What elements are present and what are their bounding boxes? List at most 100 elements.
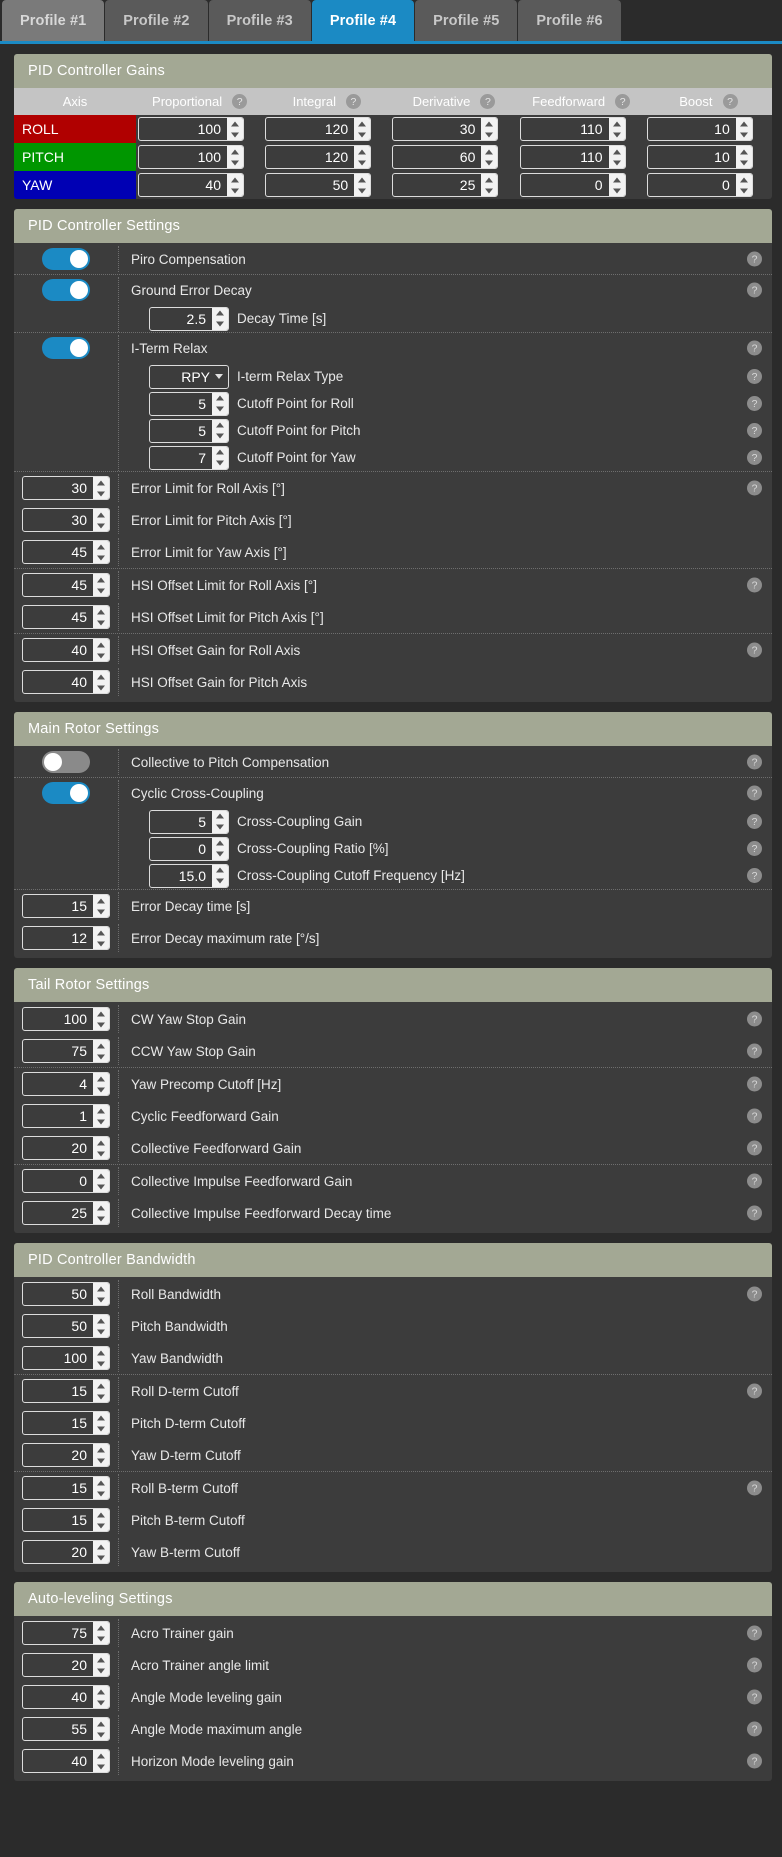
input-error-limit-roll[interactable]: 30: [22, 476, 110, 500]
spinner[interactable]: [93, 574, 109, 596]
input-roll-bterm-cutoff[interactable]: 15: [22, 1476, 110, 1500]
spinner[interactable]: [93, 1380, 109, 1402]
tab-profile-1[interactable]: Profile #1: [2, 0, 104, 41]
spinner[interactable]: [736, 118, 752, 140]
input-roll-boost[interactable]: 10: [647, 117, 753, 141]
input-error-decay-maximum-rate[interactable]: 12: [22, 926, 110, 950]
help-icon[interactable]: ?: [747, 283, 762, 298]
spinner[interactable]: [93, 1315, 109, 1337]
spinner-up-icon[interactable]: [93, 1170, 109, 1181]
spinner-down-icon[interactable]: [93, 1294, 109, 1305]
tab-profile-5[interactable]: Profile #5: [415, 0, 517, 41]
input-pitch-feedforward[interactable]: 110: [520, 145, 626, 169]
help-icon[interactable]: ?: [723, 94, 738, 109]
spinner-up-icon[interactable]: [93, 509, 109, 520]
spinner-up-icon[interactable]: [736, 146, 752, 157]
input-yaw-feedforward[interactable]: 0: [520, 173, 626, 197]
input-horizon-mode-leveling-gain[interactable]: 40: [22, 1749, 110, 1773]
spinner-up-icon[interactable]: [93, 1315, 109, 1326]
spinner-up-icon[interactable]: [481, 118, 497, 129]
input-yaw-bterm-cutoff[interactable]: 20: [22, 1540, 110, 1564]
input-acro-trainer-angle-limit[interactable]: 20: [22, 1653, 110, 1677]
help-icon[interactable]: ?: [747, 1012, 762, 1027]
spinner-down-icon[interactable]: [93, 906, 109, 917]
spinner-down-icon[interactable]: [354, 157, 370, 168]
spinner-up-icon[interactable]: [93, 477, 109, 488]
spinner[interactable]: [609, 146, 625, 168]
spinner-down-icon[interactable]: [212, 458, 228, 469]
help-icon[interactable]: ?: [747, 1658, 762, 1673]
spinner-down-icon[interactable]: [93, 1019, 109, 1030]
spinner-up-icon[interactable]: [212, 838, 228, 849]
spinner-up-icon[interactable]: [93, 1622, 109, 1633]
spinner-up-icon[interactable]: [93, 1008, 109, 1019]
help-icon[interactable]: ?: [747, 578, 762, 593]
input-cutoff-point-pitch[interactable]: 5: [149, 419, 229, 443]
spinner[interactable]: [212, 447, 228, 469]
input-collective-feedforward-gain[interactable]: 20: [22, 1136, 110, 1160]
spinner-up-icon[interactable]: [609, 146, 625, 157]
spinner-up-icon[interactable]: [93, 1750, 109, 1761]
help-icon[interactable]: ?: [747, 1754, 762, 1769]
spinner-down-icon[interactable]: [93, 650, 109, 661]
input-pitch-derivative[interactable]: 60: [392, 145, 498, 169]
spinner-down-icon[interactable]: [93, 1729, 109, 1740]
input-cw-yaw-stop-gain[interactable]: 100: [22, 1007, 110, 1031]
spinner-down-icon[interactable]: [481, 157, 497, 168]
help-icon[interactable]: ?: [747, 755, 762, 770]
spinner-down-icon[interactable]: [93, 1358, 109, 1369]
spinner-down-icon[interactable]: [609, 157, 625, 168]
spinner[interactable]: [227, 174, 243, 196]
spinner-down-icon[interactable]: [93, 1552, 109, 1563]
spinner-up-icon[interactable]: [227, 118, 243, 129]
help-icon[interactable]: ?: [747, 1626, 762, 1641]
help-icon[interactable]: ?: [747, 423, 762, 438]
spinner-down-icon[interactable]: [93, 1633, 109, 1644]
spinner[interactable]: [93, 1654, 109, 1676]
spinner-down-icon[interactable]: [93, 1213, 109, 1224]
input-yaw-proportional[interactable]: 40: [138, 173, 244, 197]
toggle-cyclic-cross-coupling[interactable]: [42, 782, 90, 804]
spinner-down-icon[interactable]: [93, 682, 109, 693]
spinner-down-icon[interactable]: [227, 185, 243, 196]
help-icon[interactable]: ?: [747, 396, 762, 411]
input-collective-impulse-feedforward-decay-time[interactable]: 25: [22, 1201, 110, 1225]
input-roll-bandwidth[interactable]: 50: [22, 1282, 110, 1306]
spinner-up-icon[interactable]: [93, 895, 109, 906]
help-icon[interactable]: ?: [747, 868, 762, 883]
spinner-down-icon[interactable]: [93, 1488, 109, 1499]
input-pitch-bandwidth[interactable]: 50: [22, 1314, 110, 1338]
input-cross-coupling-gain[interactable]: 5: [149, 810, 229, 834]
help-icon[interactable]: ?: [747, 1690, 762, 1705]
spinner[interactable]: [93, 1686, 109, 1708]
spinner[interactable]: [736, 146, 752, 168]
spinner-up-icon[interactable]: [609, 174, 625, 185]
tab-profile-2[interactable]: Profile #2: [105, 0, 207, 41]
spinner[interactable]: [212, 393, 228, 415]
help-icon[interactable]: ?: [232, 94, 247, 109]
input-roll-integral[interactable]: 120: [265, 117, 371, 141]
spinner[interactable]: [93, 671, 109, 693]
spinner[interactable]: [227, 118, 243, 140]
help-icon[interactable]: ?: [747, 1384, 762, 1399]
spinner-down-icon[interactable]: [212, 319, 228, 330]
spinner-down-icon[interactable]: [212, 404, 228, 415]
spinner-up-icon[interactable]: [212, 393, 228, 404]
input-acro-trainer-gain[interactable]: 75: [22, 1621, 110, 1645]
input-hsi-offset-limit-pitch[interactable]: 45: [22, 605, 110, 629]
spinner-down-icon[interactable]: [93, 1455, 109, 1466]
spinner-up-icon[interactable]: [354, 118, 370, 129]
spinner-up-icon[interactable]: [481, 146, 497, 157]
spinner-up-icon[interactable]: [227, 146, 243, 157]
spinner[interactable]: [736, 174, 752, 196]
help-icon[interactable]: ?: [747, 1077, 762, 1092]
spinner[interactable]: [609, 118, 625, 140]
spinner[interactable]: [481, 146, 497, 168]
spinner[interactable]: [93, 1622, 109, 1644]
spinner-up-icon[interactable]: [93, 1686, 109, 1697]
spinner-down-icon[interactable]: [212, 431, 228, 442]
toggle-ground-error-decay[interactable]: [42, 279, 90, 301]
spinner-up-icon[interactable]: [93, 541, 109, 552]
spinner-up-icon[interactable]: [93, 671, 109, 682]
spinner-up-icon[interactable]: [212, 308, 228, 319]
